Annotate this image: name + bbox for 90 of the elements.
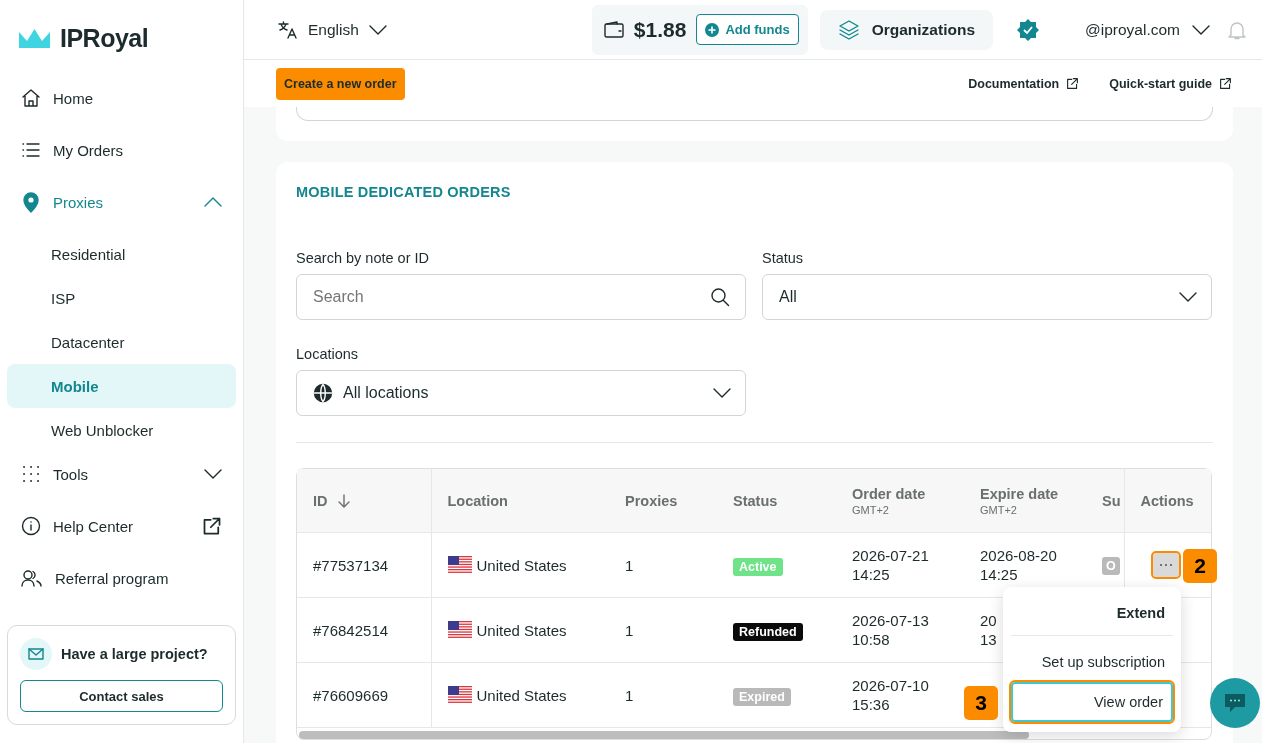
external-link-icon <box>1219 77 1232 90</box>
people-icon <box>21 568 43 588</box>
organizations-button[interactable]: Organizations <box>819 9 993 50</box>
contact-sales-button[interactable]: Contact sales <box>20 680 223 712</box>
order-date: 2026-07-10 <box>852 676 930 695</box>
bell-icon[interactable] <box>1228 19 1246 40</box>
sidebar-subitem[interactable]: Residential <box>7 232 236 276</box>
balance-amount: $1.88 <box>633 17 687 42</box>
step-marker: 2 <box>1183 549 1217 583</box>
external-link-icon <box>1066 77 1080 90</box>
doc-link[interactable]: Quick-start guide <box>1109 76 1232 91</box>
search-icon <box>710 287 730 307</box>
translate-icon <box>278 19 298 40</box>
column-header[interactable]: Location <box>447 492 508 509</box>
column-header[interactable]: Actions <box>1140 492 1194 509</box>
locations-dropdown[interactable]: All locations <box>296 370 746 416</box>
step-marker: 3 <box>964 686 998 720</box>
globe-icon <box>313 383 333 403</box>
proxy-count: 1 <box>625 686 634 704</box>
sidebar-item[interactable]: Proxies <box>7 180 236 224</box>
home-icon <box>21 88 41 108</box>
sidebar-item[interactable]: My Orders <box>7 128 236 172</box>
sidebar-item[interactable]: Help Center <box>7 504 236 548</box>
more-dots-icon <box>1158 563 1173 567</box>
column-header[interactable]: Proxies <box>625 492 678 509</box>
field-label: Locations <box>296 346 360 362</box>
plus-circle-icon <box>705 22 720 37</box>
order-id: #76609669 <box>313 686 389 704</box>
create-order-button[interactable]: Create a new order <box>276 67 405 100</box>
chevron-down-icon <box>713 388 731 398</box>
language-selector[interactable]: English <box>278 19 387 40</box>
column-header[interactable]: Su <box>1102 492 1121 509</box>
order-date: 2026-07-13 <box>852 611 930 630</box>
wallet-icon <box>603 20 624 39</box>
list-icon <box>21 140 41 160</box>
location-text: United States <box>476 621 567 639</box>
expire-time: 13 <box>980 630 998 649</box>
expire-date: 2026-08-20 <box>980 546 1058 565</box>
location-text: United States <box>476 556 567 574</box>
brand-name: IPRoyal <box>60 23 149 53</box>
sidebar-subitem[interactable]: Datacenter <box>7 320 236 364</box>
status-dropdown[interactable]: All <box>762 274 1212 320</box>
status-tag: Refunded <box>733 622 803 641</box>
status-tag: Expired <box>733 687 791 706</box>
field-label: Status <box>762 250 805 266</box>
sidebar-subitem[interactable]: Web Unblocker <box>7 408 236 452</box>
info-icon <box>21 516 41 536</box>
chevron-down-icon <box>1192 24 1210 35</box>
subscription-tag: O <box>1102 556 1120 575</box>
us-flag-icon <box>447 621 472 639</box>
search-field[interactable]: Search <box>296 274 746 320</box>
add-funds-button[interactable]: Add funds <box>696 14 799 45</box>
sidebar-subitem[interactable]: Mobile <box>7 364 236 408</box>
more-actions-button[interactable] <box>1152 553 1179 577</box>
section-title: MOBILE DEDICATED ORDERS <box>296 184 512 200</box>
field-label: Search by note or ID <box>296 250 430 266</box>
us-flag-icon <box>447 686 472 704</box>
doc-link[interactable]: Documentation <box>968 76 1080 91</box>
chevron-down-icon <box>1179 292 1197 302</box>
chat-button[interactable] <box>1210 678 1260 728</box>
promo-title: Have a large project? <box>61 646 208 662</box>
expire-date: 20 <box>980 611 998 630</box>
proxy-count: 1 <box>625 556 634 574</box>
mail-icon <box>20 638 52 670</box>
us-flag-icon <box>447 556 472 574</box>
layers-icon <box>837 18 860 41</box>
dots-grid-icon <box>21 464 41 484</box>
status-tag: Active <box>733 557 783 576</box>
sidebar-item[interactable]: Referral program <box>7 556 236 600</box>
sidebar-item[interactable]: Home <box>7 76 236 120</box>
scrollbar-thumb[interactable] <box>299 731 1029 739</box>
menu-item[interactable]: View order <box>1011 682 1173 722</box>
order-time: 15:36 <box>852 695 891 714</box>
chat-bubble-icon <box>1223 693 1247 713</box>
order-id: #76842514 <box>313 621 389 639</box>
column-header[interactable]: ID <box>313 492 350 509</box>
order-time: 10:58 <box>852 630 891 649</box>
order-time: 14:25 <box>852 565 891 584</box>
order-id: #77537134 <box>313 556 389 574</box>
column-header[interactable]: Status <box>733 492 778 509</box>
proxy-count: 1 <box>625 621 634 639</box>
sidebar-item[interactable]: Tools <box>7 452 236 496</box>
account-menu[interactable]: @iproyal.com <box>1085 20 1210 39</box>
location-pin-icon <box>21 191 41 213</box>
crown-logo-icon <box>19 28 50 48</box>
expire-time: 14:25 <box>980 565 1019 584</box>
chevron-down-icon <box>368 24 387 35</box>
location-text: United States <box>476 686 567 704</box>
sidebar-subitem[interactable]: ISP <box>7 276 236 320</box>
order-date: 2026-07-21 <box>852 546 930 565</box>
